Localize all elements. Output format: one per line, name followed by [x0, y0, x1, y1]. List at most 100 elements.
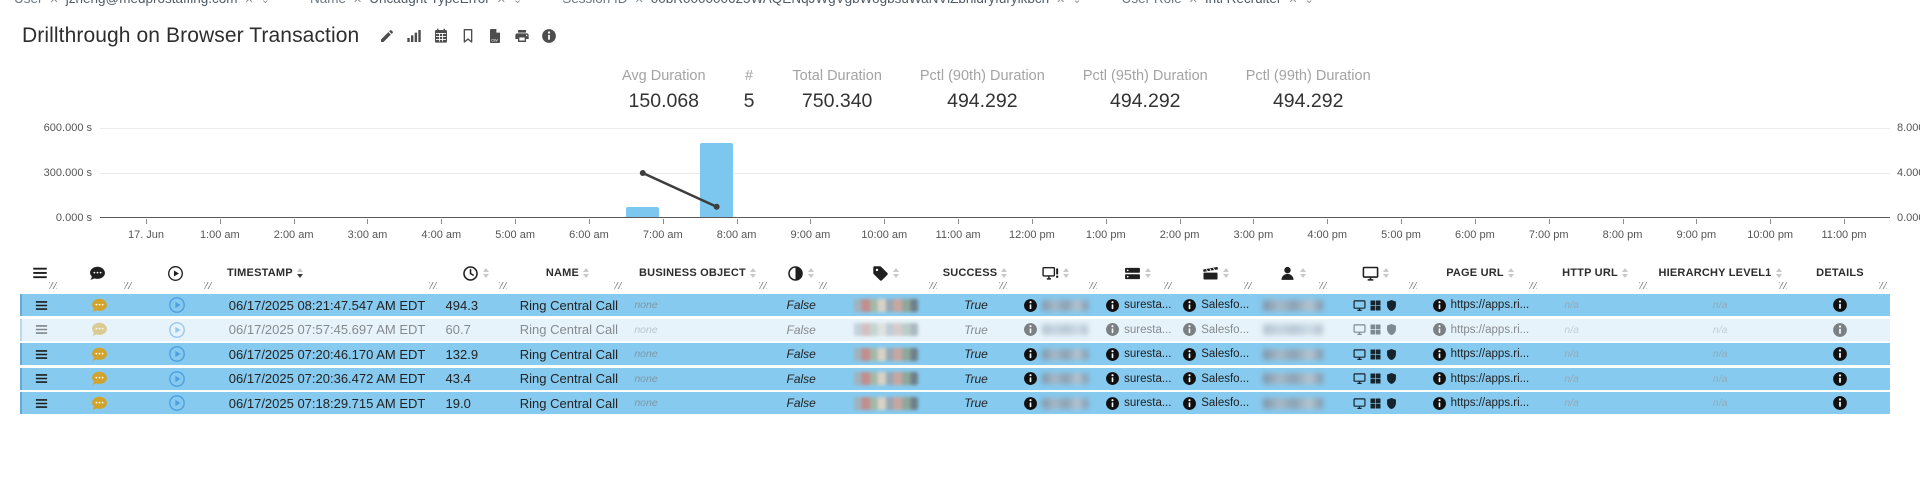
sort-arrows-icon[interactable]: [893, 268, 899, 278]
remove-filter-icon[interactable]: ✕: [1056, 0, 1065, 9]
calendar-button[interactable]: [433, 28, 449, 44]
cell-replay[interactable]: [137, 368, 217, 390]
export-csv-button[interactable]: [487, 28, 503, 44]
filter-caret-icon[interactable]: ⌄: [513, 0, 522, 9]
filter-caret-icon[interactable]: ⌄: [261, 0, 270, 9]
info-icon[interactable]: [1182, 298, 1197, 313]
remove-filter-icon[interactable]: ✕: [635, 0, 644, 9]
column-header-duration[interactable]: [440, 256, 510, 290]
filter-item-3[interactable]: User Role✕Intl Recruiter✕⌄: [1122, 0, 1314, 9]
cell-replay[interactable]: [137, 294, 217, 316]
column-header-hierarchy_level1[interactable]: HIERARCHY LEVEL1: [1650, 256, 1790, 290]
cell-replay[interactable]: [137, 319, 217, 341]
sort-arrows-icon[interactable]: [297, 268, 303, 278]
sort-arrows-icon[interactable]: [1508, 268, 1514, 278]
print-button[interactable]: [514, 28, 530, 44]
info-button[interactable]: [541, 28, 557, 44]
column-header-user[interactable]: [1255, 256, 1330, 290]
info-icon[interactable]: [1432, 347, 1447, 362]
info-icon[interactable]: [1105, 298, 1120, 313]
info-icon[interactable]: [1182, 347, 1197, 362]
sort-arrows-icon[interactable]: [1223, 268, 1229, 278]
details-info-icon[interactable]: [1832, 297, 1848, 313]
info-icon[interactable]: [1023, 347, 1038, 362]
column-header-client_ip[interactable]: [1010, 256, 1100, 290]
info-icon[interactable]: [1432, 298, 1447, 313]
column-header-server[interactable]: [1100, 256, 1175, 290]
info-icon[interactable]: [1023, 322, 1038, 337]
cell-page_url[interactable]: https://apps.ri...: [1420, 368, 1540, 390]
sort-arrows-icon[interactable]: [1063, 268, 1069, 278]
info-icon[interactable]: [1105, 396, 1120, 411]
cell-comment[interactable]: [62, 392, 137, 414]
cell-details[interactable]: [1790, 343, 1890, 365]
sort-arrows-icon[interactable]: [1383, 268, 1389, 278]
remove-filter-icon[interactable]: ✕: [497, 0, 506, 9]
info-icon[interactable]: [1105, 371, 1120, 386]
cell-menu[interactable]: [22, 319, 62, 341]
info-icon[interactable]: [1432, 322, 1447, 337]
bookmark-button[interactable]: [460, 28, 476, 44]
info-icon[interactable]: [1182, 371, 1197, 386]
details-info-icon[interactable]: [1832, 346, 1848, 362]
cell-details[interactable]: [1790, 319, 1890, 341]
cell-comment[interactable]: [62, 368, 137, 390]
column-header-details[interactable]: DETAILS: [1790, 256, 1890, 290]
cell-replay[interactable]: [137, 343, 217, 365]
cell-comment[interactable]: [62, 319, 137, 341]
cell-menu[interactable]: [22, 294, 62, 316]
info-icon[interactable]: [1023, 396, 1038, 411]
remove-filter-icon[interactable]: ✕: [245, 0, 254, 9]
info-icon[interactable]: [1432, 396, 1447, 411]
column-header-menu[interactable]: [20, 256, 60, 290]
column-header-timestamp[interactable]: TIMESTAMP: [215, 256, 440, 290]
info-icon[interactable]: [1432, 371, 1447, 386]
table-row[interactable]: 06/17/2025 08:21:47.547 AM EDT494.3Ring …: [20, 294, 1890, 316]
sort-arrows-icon[interactable]: [750, 268, 756, 278]
sort-arrows-icon[interactable]: [583, 268, 589, 278]
info-icon[interactable]: [1105, 347, 1120, 362]
remove-filter-icon[interactable]: ✕: [1189, 0, 1198, 9]
info-icon[interactable]: [1182, 396, 1197, 411]
column-header-page_url[interactable]: PAGE URL: [1420, 256, 1540, 290]
column-header-success[interactable]: SUCCESS: [940, 256, 1010, 290]
column-header-application[interactable]: [1175, 256, 1255, 290]
sort-arrows-icon[interactable]: [1776, 268, 1782, 278]
column-header-comment[interactable]: [60, 256, 135, 290]
details-info-icon[interactable]: [1832, 371, 1848, 387]
remove-filter-icon[interactable]: ✕: [353, 0, 362, 9]
cell-menu[interactable]: [22, 368, 62, 390]
filter-bar[interactable]: User✕jzheng@medprostaffing.com✕⌄Name✕Unc…: [0, 0, 1920, 9]
column-header-http_url[interactable]: HTTP URL: [1540, 256, 1650, 290]
column-header-replay[interactable]: [135, 256, 215, 290]
cell-page_url[interactable]: https://apps.ri...: [1420, 343, 1540, 365]
cell-comment[interactable]: [62, 294, 137, 316]
chart-plot[interactable]: [100, 128, 1890, 218]
sort-arrows-icon[interactable]: [1300, 268, 1306, 278]
column-header-device[interactable]: [1330, 256, 1420, 290]
column-header-name[interactable]: NAME: [510, 256, 625, 290]
table-row[interactable]: 06/17/2025 07:57:45.697 AM EDT60.7Ring C…: [20, 319, 1890, 341]
column-header-tag[interactable]: [830, 256, 940, 290]
filter-item-2[interactable]: Session ID✕00bR000000625WAQENqJWgVgbWogb…: [562, 0, 1081, 9]
cell-comment[interactable]: [62, 343, 137, 365]
filter-caret-icon[interactable]: ⌄: [1305, 0, 1314, 9]
table-row[interactable]: 06/17/2025 07:20:36.472 AM EDT43.4Ring C…: [20, 368, 1890, 390]
sort-arrows-icon[interactable]: [483, 268, 489, 278]
filter-item-0[interactable]: User✕jzheng@medprostaffing.com✕⌄: [14, 0, 270, 9]
table-row[interactable]: 06/17/2025 07:18:29.715 AM EDT19.0Ring C…: [20, 392, 1890, 414]
details-info-icon[interactable]: [1832, 395, 1848, 411]
filter-item-1[interactable]: Name✕Uncaught TypeError✕⌄: [310, 0, 522, 9]
column-header-business_object[interactable]: BUSINESS OBJECT: [625, 256, 770, 290]
filter-caret-icon[interactable]: ⌄: [1072, 0, 1081, 9]
details-info-icon[interactable]: [1832, 322, 1848, 338]
cell-page_url[interactable]: https://apps.ri...: [1420, 294, 1540, 316]
cell-details[interactable]: [1790, 294, 1890, 316]
column-header-flag[interactable]: [770, 256, 830, 290]
cell-page_url[interactable]: https://apps.ri...: [1420, 392, 1540, 414]
sort-arrows-icon[interactable]: [808, 268, 814, 278]
info-icon[interactable]: [1105, 322, 1120, 337]
remove-filter-icon[interactable]: ✕: [1288, 0, 1297, 9]
cell-page_url[interactable]: https://apps.ri...: [1420, 319, 1540, 341]
cell-menu[interactable]: [22, 343, 62, 365]
